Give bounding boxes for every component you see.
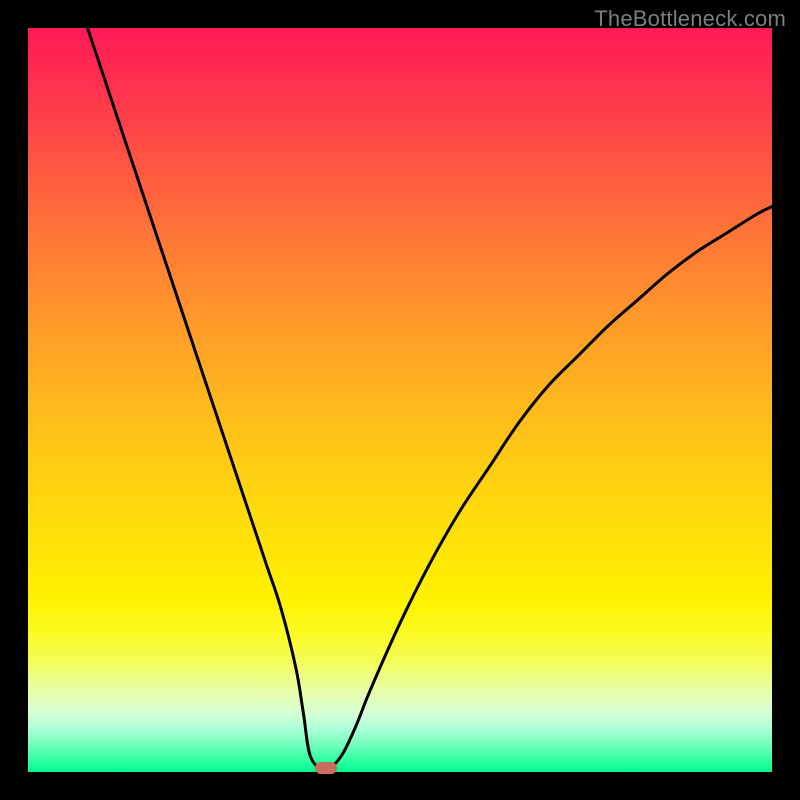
- bottleneck-curve-path: [88, 28, 772, 768]
- chart-frame: TheBottleneck.com: [0, 0, 800, 800]
- watermark-text: TheBottleneck.com: [594, 6, 786, 32]
- plot-area: [28, 28, 772, 772]
- optimal-marker: [315, 762, 337, 774]
- curve-svg: [28, 28, 772, 772]
